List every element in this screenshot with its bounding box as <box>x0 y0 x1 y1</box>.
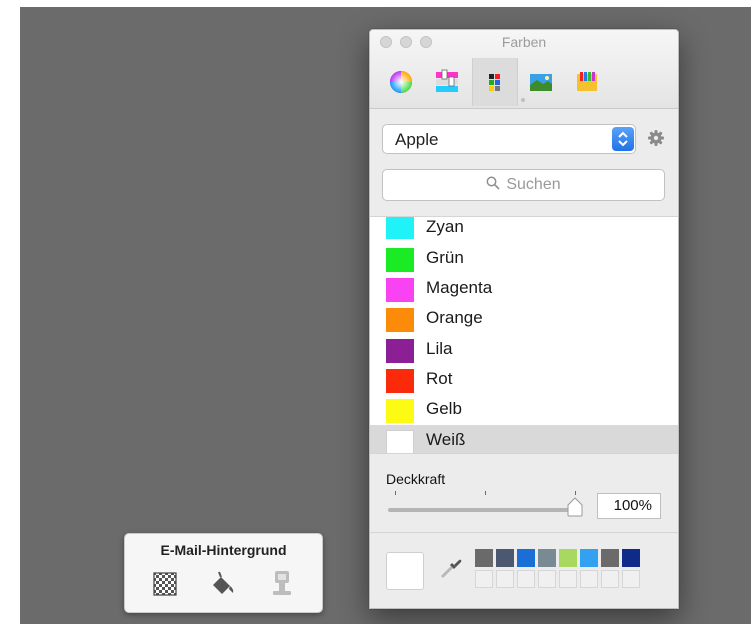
color-name: Lila <box>426 339 453 358</box>
mode-pencils[interactable] <box>564 58 610 106</box>
colors-panel: Farben Apple Suchen Zyan Grün Magenta Or… <box>369 29 679 609</box>
color-sliders-icon <box>436 69 458 92</box>
swatch-well-empty[interactable] <box>496 570 514 588</box>
color-name: Orange <box>426 308 483 327</box>
swatch-well-empty[interactable] <box>538 570 556 588</box>
image-stamp-icon <box>273 571 291 595</box>
swatch-well-empty[interactable] <box>517 570 535 588</box>
fill-background-button[interactable] <box>207 568 237 600</box>
swatch-zyan <box>386 217 414 239</box>
panel-title: Farben <box>501 34 547 50</box>
swatch-well-empty[interactable] <box>622 570 640 588</box>
opacity-slider-knob[interactable] <box>566 497 584 517</box>
swatch-well[interactable] <box>622 549 640 567</box>
color-name: Weiß <box>426 430 466 449</box>
eyedropper-icon[interactable] <box>438 555 464 581</box>
swatch-well[interactable] <box>538 549 556 567</box>
color-name: Zyan <box>426 217 464 236</box>
pencils-icon <box>577 72 597 91</box>
swatch-well[interactable] <box>601 549 619 567</box>
swatch-well[interactable] <box>559 549 577 567</box>
palette-popup-value: Apple <box>395 130 439 149</box>
image-palettes-icon <box>530 74 552 91</box>
color-row-weiss[interactable]: Weiß <box>370 425 678 453</box>
swatch-orange <box>386 308 414 332</box>
palette-popup[interactable]: Apple <box>382 124 636 154</box>
opacity-slider[interactable] <box>388 508 576 512</box>
color-name: Magenta <box>426 278 493 297</box>
mail-background-title: E-Mail-Hintergrund <box>160 542 287 558</box>
current-color-well[interactable] <box>386 552 424 590</box>
color-name: Rot <box>426 369 453 388</box>
panel-titlebar: Farben <box>370 30 678 109</box>
search-placeholder-text: Suchen <box>506 176 561 193</box>
color-list[interactable]: Zyan Grün Magenta Orange Lila Rot Gelb W… <box>370 216 678 454</box>
swatch-well-empty[interactable] <box>475 570 493 588</box>
swatch-weiss <box>386 430 414 453</box>
swatch-gruen <box>386 248 414 272</box>
swatch-well[interactable] <box>475 549 493 567</box>
swatch-rot <box>386 369 414 393</box>
color-row-gelb[interactable]: Gelb <box>370 394 678 424</box>
swatch-gelb <box>386 399 414 423</box>
color-palettes-icon <box>489 74 500 91</box>
swatch-well-empty[interactable] <box>559 570 577 588</box>
color-row-orange[interactable]: Orange <box>370 303 678 333</box>
checkerboard-icon <box>153 572 177 596</box>
color-row-zyan[interactable]: Zyan <box>370 217 678 245</box>
search-input[interactable]: Suchen <box>382 169 665 201</box>
mode-color-wheel[interactable] <box>378 58 424 106</box>
color-wheel-icon <box>390 71 412 93</box>
slider-tick <box>485 491 486 495</box>
swatch-well[interactable] <box>496 549 514 567</box>
mode-color-palettes[interactable] <box>472 58 518 106</box>
swatch-well[interactable] <box>580 549 598 567</box>
color-name: Grün <box>426 248 464 267</box>
swatch-well-empty[interactable] <box>580 570 598 588</box>
search-icon <box>486 176 500 190</box>
transparent-background-button[interactable] <box>150 568 180 600</box>
swatch-well-empty[interactable] <box>601 570 619 588</box>
color-row-gruen[interactable]: Grün <box>370 243 678 273</box>
color-name: Gelb <box>426 399 462 418</box>
mode-color-sliders[interactable] <box>424 58 470 106</box>
swatch-magenta <box>386 278 414 302</box>
toolbar-divider <box>521 98 525 102</box>
color-row-rot[interactable]: Rot <box>370 364 678 394</box>
slider-tick <box>575 491 576 495</box>
image-background-button[interactable] <box>267 568 297 600</box>
swatch-well[interactable] <box>517 549 535 567</box>
opacity-label: Deckkraft <box>386 471 446 487</box>
opacity-field[interactable]: 100% <box>597 493 661 519</box>
color-row-lila[interactable]: Lila <box>370 334 678 364</box>
color-row-magenta[interactable]: Magenta <box>370 273 678 303</box>
paint-bucket-icon <box>213 571 234 594</box>
slider-tick <box>395 491 396 495</box>
swatch-area <box>370 532 678 608</box>
search-placeholder: Suchen <box>383 176 664 194</box>
chevron-updown-icon <box>612 127 634 151</box>
swatch-lila <box>386 339 414 363</box>
gear-icon[interactable] <box>647 129 665 147</box>
mail-background-popover: E-Mail-Hintergrund <box>124 533 323 613</box>
